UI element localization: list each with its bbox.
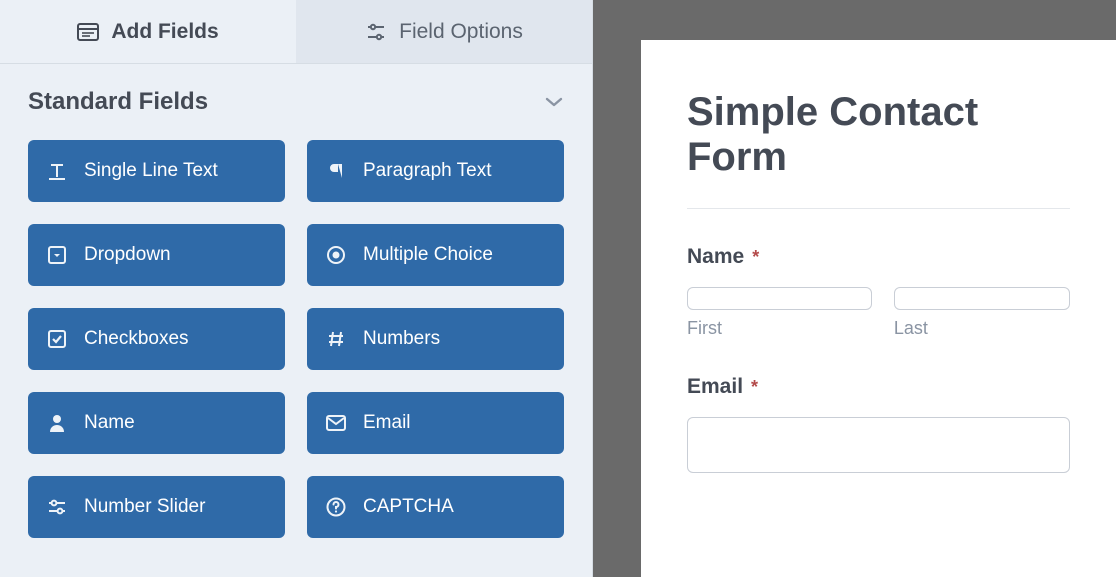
first-sublabel: First bbox=[687, 318, 872, 339]
field-label: Dropdown bbox=[84, 244, 171, 266]
dropdown-icon bbox=[46, 244, 68, 266]
field-label-email: Email * bbox=[687, 375, 1070, 399]
paragraph-icon bbox=[325, 160, 347, 182]
field-label: Number Slider bbox=[84, 496, 205, 518]
tab-label: Field Options bbox=[399, 20, 523, 44]
hash-icon bbox=[325, 328, 347, 350]
form-canvas[interactable]: Simple Contact Form Name * First Last Em… bbox=[641, 40, 1116, 577]
field-label: CAPTCHA bbox=[363, 496, 454, 518]
field-email[interactable]: Email bbox=[307, 392, 564, 454]
first-name-input[interactable] bbox=[687, 287, 872, 310]
field-checkboxes[interactable]: Checkboxes bbox=[28, 308, 285, 370]
form-title: Simple Contact Form bbox=[687, 90, 1070, 209]
field-label: Name bbox=[84, 412, 135, 434]
field-label-name: Name * bbox=[687, 245, 1070, 269]
radio-icon bbox=[325, 244, 347, 266]
last-sublabel: Last bbox=[894, 318, 1070, 339]
form-field-name[interactable]: Name * First Last bbox=[687, 245, 1070, 339]
chevron-down-icon bbox=[544, 96, 564, 108]
field-captcha[interactable]: CAPTCHA bbox=[307, 476, 564, 538]
field-label: Email bbox=[363, 412, 411, 434]
field-numbers[interactable]: Numbers bbox=[307, 308, 564, 370]
slider-icon bbox=[46, 496, 68, 518]
form-icon bbox=[77, 21, 99, 43]
section-header[interactable]: Standard Fields bbox=[0, 64, 592, 126]
name-row: First Last bbox=[687, 287, 1070, 339]
section-title: Standard Fields bbox=[28, 88, 208, 116]
email-input[interactable] bbox=[687, 417, 1070, 473]
user-icon bbox=[46, 412, 68, 434]
tab-field-options[interactable]: Field Options bbox=[296, 0, 592, 63]
label-text: Email bbox=[687, 375, 743, 399]
field-palette-panel: Add Fields Field Options Standard Fields… bbox=[0, 0, 593, 577]
field-paragraph-text[interactable]: Paragraph Text bbox=[307, 140, 564, 202]
palette-tabs: Add Fields Field Options bbox=[0, 0, 592, 64]
required-marker: * bbox=[752, 247, 759, 268]
question-icon bbox=[325, 496, 347, 518]
field-dropdown[interactable]: Dropdown bbox=[28, 224, 285, 286]
field-multiple-choice[interactable]: Multiple Choice bbox=[307, 224, 564, 286]
form-field-email[interactable]: Email * bbox=[687, 375, 1070, 473]
last-name-input[interactable] bbox=[894, 287, 1070, 310]
form-preview-backdrop: Simple Contact Form Name * First Last Em… bbox=[593, 0, 1116, 577]
tab-add-fields[interactable]: Add Fields bbox=[0, 0, 296, 63]
field-label: Numbers bbox=[363, 328, 440, 350]
fields-grid: Single Line Text Paragraph Text Dropdown… bbox=[0, 126, 592, 566]
field-label: Multiple Choice bbox=[363, 244, 493, 266]
field-label: Single Line Text bbox=[84, 160, 218, 182]
tab-label: Add Fields bbox=[111, 20, 218, 44]
required-marker: * bbox=[751, 377, 758, 398]
field-number-slider[interactable]: Number Slider bbox=[28, 476, 285, 538]
label-text: Name bbox=[687, 245, 744, 269]
field-single-line-text[interactable]: Single Line Text bbox=[28, 140, 285, 202]
field-label: Paragraph Text bbox=[363, 160, 492, 182]
field-name[interactable]: Name bbox=[28, 392, 285, 454]
text-icon bbox=[46, 160, 68, 182]
sliders-icon bbox=[365, 21, 387, 43]
field-label: Checkboxes bbox=[84, 328, 189, 350]
email-icon bbox=[325, 412, 347, 434]
checkbox-icon bbox=[46, 328, 68, 350]
